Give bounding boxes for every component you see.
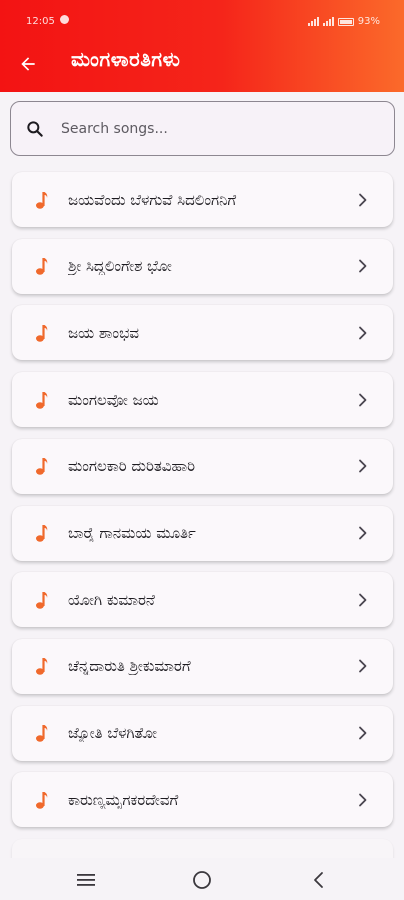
song-title: ಬಾರೈ ಗಾನಮಯ ಮೂರ್ತಿ — [68, 524, 196, 542]
signal-icon-2 — [322, 17, 334, 26]
song-list-item[interactable]: ಚೆನ್ನದಾರುತಿ ಶ್ರೀಕುಮಾರಗೆ — [12, 638, 393, 694]
song-list-item[interactable]: ಜಯ ಶಾಂಭವ — [12, 305, 393, 361]
search-bar[interactable] — [10, 101, 395, 156]
chevron-right-icon — [353, 593, 373, 607]
chevron-right-icon — [353, 526, 373, 540]
song-title: ಜಯ ಶಾಂಭವ — [68, 323, 139, 342]
song-list-item[interactable]: ಬಾರೈ ಗಾನಮಯ ಮೂರ್ತಿ — [12, 505, 393, 561]
song-list-item[interactable]: ಶ್ರೀ ಸಿದ್ಧಲಿಂಗೇಶ ಭೋ — [12, 238, 393, 294]
chevron-right-icon — [353, 193, 373, 207]
nav-home-button[interactable] — [188, 866, 216, 894]
chevron-right-icon — [353, 326, 373, 340]
chevron-right-icon — [353, 259, 373, 273]
song-list-item[interactable]: ಮಂಗಲಕಾರಿ ದುರಿತವಿಹಾರಿ — [12, 438, 393, 494]
status-time: 12:05 — [26, 16, 55, 27]
app-bar: 12:05 93% ಮಂಗಳಾರತಿಗಳು — [0, 0, 404, 92]
music-note-icon — [32, 390, 52, 410]
song-title: ಶ್ರೀ ಸಿದ್ಧಲಿಂಗೇಶ ಭೋ — [68, 257, 172, 276]
system-nav-bar — [0, 858, 404, 900]
menu-icon — [77, 874, 95, 886]
song-list-item[interactable]: ಜ್ಯೋತಿ ಬೆಳಗಿತೋ — [12, 705, 393, 761]
music-note-icon — [32, 790, 52, 810]
home-circle-icon — [193, 871, 211, 889]
search-input[interactable] — [61, 120, 361, 137]
arrow-left-icon — [21, 57, 35, 71]
status-bar: 12:05 93% — [0, 0, 404, 38]
song-title: ಜಯವೆಂದು ಬೆಳಗುವೆ ಸಿದಲಿಂಗನಿಗೆ — [68, 190, 237, 209]
song-title: ಕಾರುಣ್ಯಮೃಗಕರದೇವಗೆ — [68, 790, 179, 809]
chevron-left-icon — [314, 872, 323, 888]
nav-back-button[interactable] — [305, 866, 333, 894]
music-note-icon — [32, 256, 52, 276]
song-list-item[interactable]: ಜಯವೆಂದು ಬೆಳಗುವೆ ಸಿದಲಿಂಗನಿಗೆ — [12, 172, 393, 227]
song-list-item[interactable]: ಮಂಗಲವೋ ಜಯ — [12, 372, 393, 428]
music-note-icon — [32, 723, 52, 743]
song-list-item[interactable]: ಕಾರುಣ್ಯಮೃಗಕರದೇವಗೆ — [12, 772, 393, 828]
song-title: ಮಂಗಲವೋ ಜಯ — [68, 390, 159, 409]
search-icon — [25, 119, 45, 139]
page-title: ಮಂಗಳಾರತಿಗಳು — [71, 47, 181, 71]
nav-menu-button[interactable] — [72, 866, 100, 894]
battery-icon — [337, 17, 354, 26]
signal-icon — [307, 17, 319, 26]
music-note-icon — [32, 323, 52, 343]
music-note-icon — [32, 456, 52, 476]
music-note-icon — [32, 590, 52, 610]
chevron-right-icon — [353, 459, 373, 473]
song-title: ಯೋಗಿ ಕುಮಾರನೆ — [68, 590, 155, 609]
status-indicators: 93% — [307, 16, 380, 27]
back-button[interactable] — [14, 50, 42, 78]
song-title: ಮಂಗಲಕಾರಿ ದುರಿತವಿಹಾರಿ — [68, 457, 196, 476]
chevron-right-icon — [353, 726, 373, 740]
music-note-icon — [32, 523, 52, 543]
chevron-right-icon — [353, 393, 373, 407]
notification-icon — [60, 15, 69, 24]
song-title: ಜ್ಯೋತಿ ಬೆಳಗಿತೋ — [68, 724, 157, 743]
music-note-icon — [32, 656, 52, 676]
battery-level: 93% — [357, 16, 380, 27]
song-title: ಚೆನ್ನದಾರುತಿ ಶ್ರೀಕುಮಾರಗೆ — [68, 657, 191, 676]
music-note-icon — [32, 190, 52, 210]
chevron-right-icon — [353, 793, 373, 807]
song-list-item[interactable]: ಯೋಗಿ ಕುಮಾರನೆ — [12, 572, 393, 628]
chevron-right-icon — [353, 659, 373, 673]
